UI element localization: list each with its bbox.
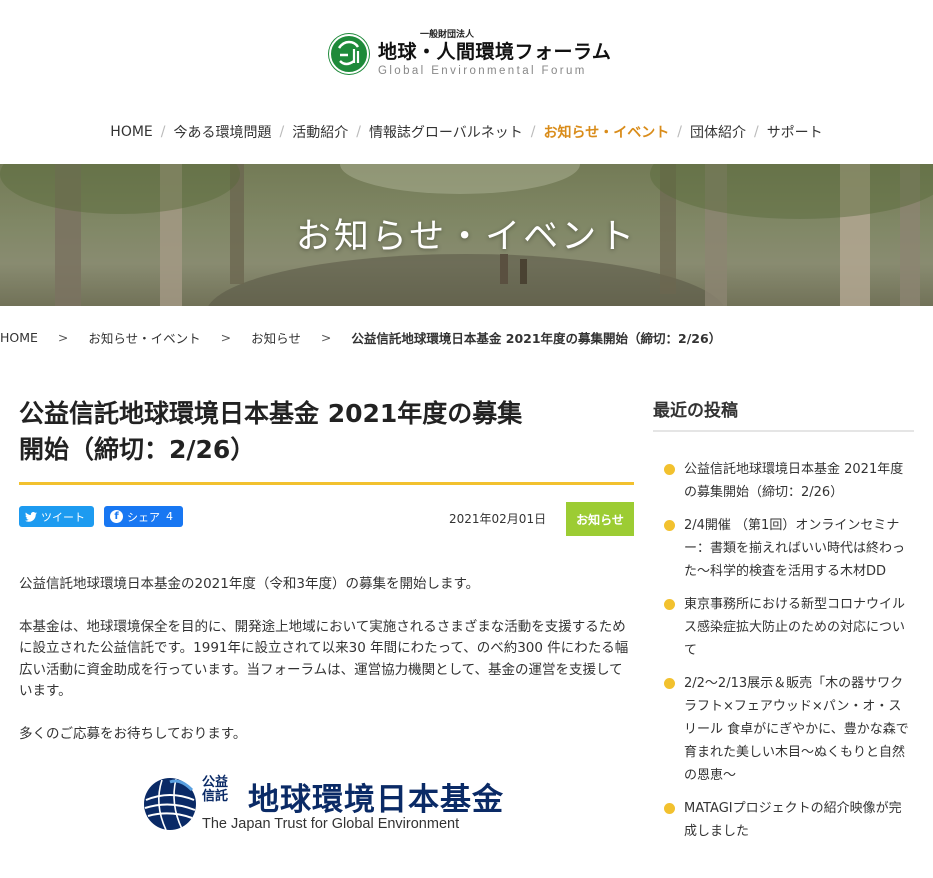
recent-post-item[interactable]: 公益信託地球環境日本基金 2021年度の募集開始（締切：2/26） <box>653 458 914 504</box>
logo-text: 一般財団法人 地球・人間環境フォーラム Global Environmental… <box>378 30 611 78</box>
main-nav: HOME / 今ある環境問題 / 活動紹介 / 情報誌グローバルネット / お知… <box>0 118 933 146</box>
nav-separator: / <box>530 124 536 140</box>
category-badge[interactable]: お知らせ <box>566 502 634 536</box>
article-title-line1: 公益信託地球環境日本基金 2021年度の募集 <box>19 399 523 428</box>
post-date: 2021年02月01日 <box>449 512 547 526</box>
recent-posts-list: 公益信託地球環境日本基金 2021年度の募集開始（締切：2/26） 2/4開催 … <box>653 458 914 853</box>
tweet-button[interactable]: ツイート <box>19 506 94 527</box>
article-paragraph: 多くのご応募をお待ちしております。 <box>19 725 247 742</box>
recent-post-title: 東京事務所における新型コロナウイルス感染症拡大防止のための対応について <box>684 597 906 658</box>
recent-post-item[interactable]: 2/2〜2/13展示＆販売「木の器サワクラフト×フェアウッド×パン・オ・スリール… <box>653 672 914 787</box>
share-count: 4 <box>166 510 173 523</box>
nav-item-news-events[interactable]: お知らせ・イベント <box>538 122 676 142</box>
article-paragraph: 本基金は、地球環境保全を目的に、開発途上地域において実施されるさまざまな活動を支… <box>19 618 629 700</box>
twitter-bird-icon <box>25 511 37 522</box>
sidebar: 最近の投稿 公益信託地球環境日本基金 2021年度の募集開始（締切：2/26） … <box>653 396 914 839</box>
breadcrumb-news[interactable]: お知らせ <box>251 328 301 347</box>
breadcrumb-separator: > <box>57 329 69 345</box>
jtge-logo: 公益信託 地球環境日本基金 The Japan Trust for Global… <box>142 772 522 836</box>
nav-separator: / <box>279 124 285 140</box>
recent-posts-heading: 最近の投稿 <box>653 401 738 421</box>
article: 公益信託地球環境日本基金 2021年度の募集 開始（締切：2/26） ツイート … <box>19 396 634 742</box>
title-divider <box>19 482 634 485</box>
nav-item-globalnet[interactable]: 情報誌グローバルネット <box>363 122 529 142</box>
circle-bullet-icon <box>664 520 675 531</box>
recent-post-item[interactable]: 2/4開催 （第1回）オンラインセミナー：書類を揃えればいい時代は終わった〜科学… <box>653 514 914 583</box>
recent-post-item[interactable]: MATAGIプロジェクトの紹介映像が完成しました <box>653 797 914 843</box>
nav-separator: / <box>160 124 166 140</box>
nav-item-support[interactable]: サポート <box>761 122 829 142</box>
jtge-globe-icon <box>144 778 196 831</box>
nav-item-about[interactable]: 団体紹介 <box>684 122 752 142</box>
nav-item-issues[interactable]: 今ある環境問題 <box>168 122 278 142</box>
article-body: 公益信託地球環境日本基金の2021年度（令和3年度）の募集を開始します。 本基金… <box>19 574 634 766</box>
jtge-name: 地球環境日本基金 <box>248 782 504 818</box>
breadcrumb-separator: > <box>220 329 232 345</box>
circle-bullet-icon <box>664 464 675 475</box>
circle-bullet-icon <box>664 803 675 814</box>
hero-title: お知らせ・イベント <box>295 217 638 257</box>
recent-post-title: 2/4開催 （第1回）オンラインセミナー：書類を揃えればいい時代は終わった〜科学… <box>684 518 906 579</box>
article-title-line2: 開始（締切：2/26） <box>19 435 256 464</box>
nav-separator: / <box>356 124 361 140</box>
circle-bullet-icon <box>664 678 675 689</box>
circle-bullet-icon <box>664 599 675 610</box>
recent-post-title: MATAGIプロジェクトの紹介映像が完成しました <box>684 801 902 839</box>
site-header: 一般財団法人 地球・人間環境フォーラム Global Environmental… <box>0 0 933 100</box>
nav-separator: / <box>753 124 759 140</box>
org-english-name: Global Environmental Forum <box>378 65 587 77</box>
breadcrumb-home[interactable]: HOME <box>0 330 38 345</box>
org-type-label: 一般財団法人 <box>420 30 475 40</box>
breadcrumb-separator: > <box>320 329 332 345</box>
facebook-f-icon: f <box>110 510 123 523</box>
breadcrumb-current: 公益信託地球環境日本基金 2021年度の募集開始（締切：2/26） <box>351 330 722 346</box>
jtge-english-name: The Japan Trust for Global Environment <box>202 816 460 832</box>
nav-item-activities[interactable]: 活動紹介 <box>286 122 354 142</box>
article-paragraph: 公益信託地球環境日本基金の2021年度（令和3年度）の募集を開始します。 <box>19 576 480 592</box>
gef-globe-logo-icon <box>328 33 370 75</box>
org-name: 地球・人間環境フォーラム <box>378 41 612 63</box>
jtge-small-label: 公益信託 <box>202 775 229 804</box>
recent-post-title: 2/2〜2/13展示＆販売「木の器サワクラフト×フェアウッド×パン・オ・スリール… <box>684 676 909 783</box>
breadcrumb: HOME > お知らせ・イベント > お知らせ > 公益信託地球環境日本基金 2… <box>0 328 721 346</box>
recent-post-item[interactable]: 東京事務所における新型コロナウイルス感染症拡大防止のための対応について <box>653 593 914 662</box>
hero-banner: お知らせ・イベント <box>0 164 933 306</box>
sidebar-divider <box>653 430 914 432</box>
nav-item-home[interactable]: HOME <box>104 124 158 140</box>
share-label: シェア <box>127 510 160 524</box>
facebook-share-button[interactable]: f シェア 4 <box>104 506 183 527</box>
nav-separator: / <box>677 124 682 140</box>
article-title: 公益信託地球環境日本基金 2021年度の募集 開始（締切：2/26） <box>19 396 634 468</box>
breadcrumb-news-events[interactable]: お知らせ・イベント <box>88 328 200 347</box>
recent-post-title: 公益信託地球環境日本基金 2021年度の募集開始（締切：2/26） <box>684 462 904 500</box>
tweet-label: ツイート <box>41 510 85 524</box>
site-logo[interactable]: 一般財団法人 地球・人間環境フォーラム Global Environmental… <box>328 30 611 78</box>
article-meta: ツイート f シェア 4 2021年02月01日 お知らせ <box>19 502 634 536</box>
